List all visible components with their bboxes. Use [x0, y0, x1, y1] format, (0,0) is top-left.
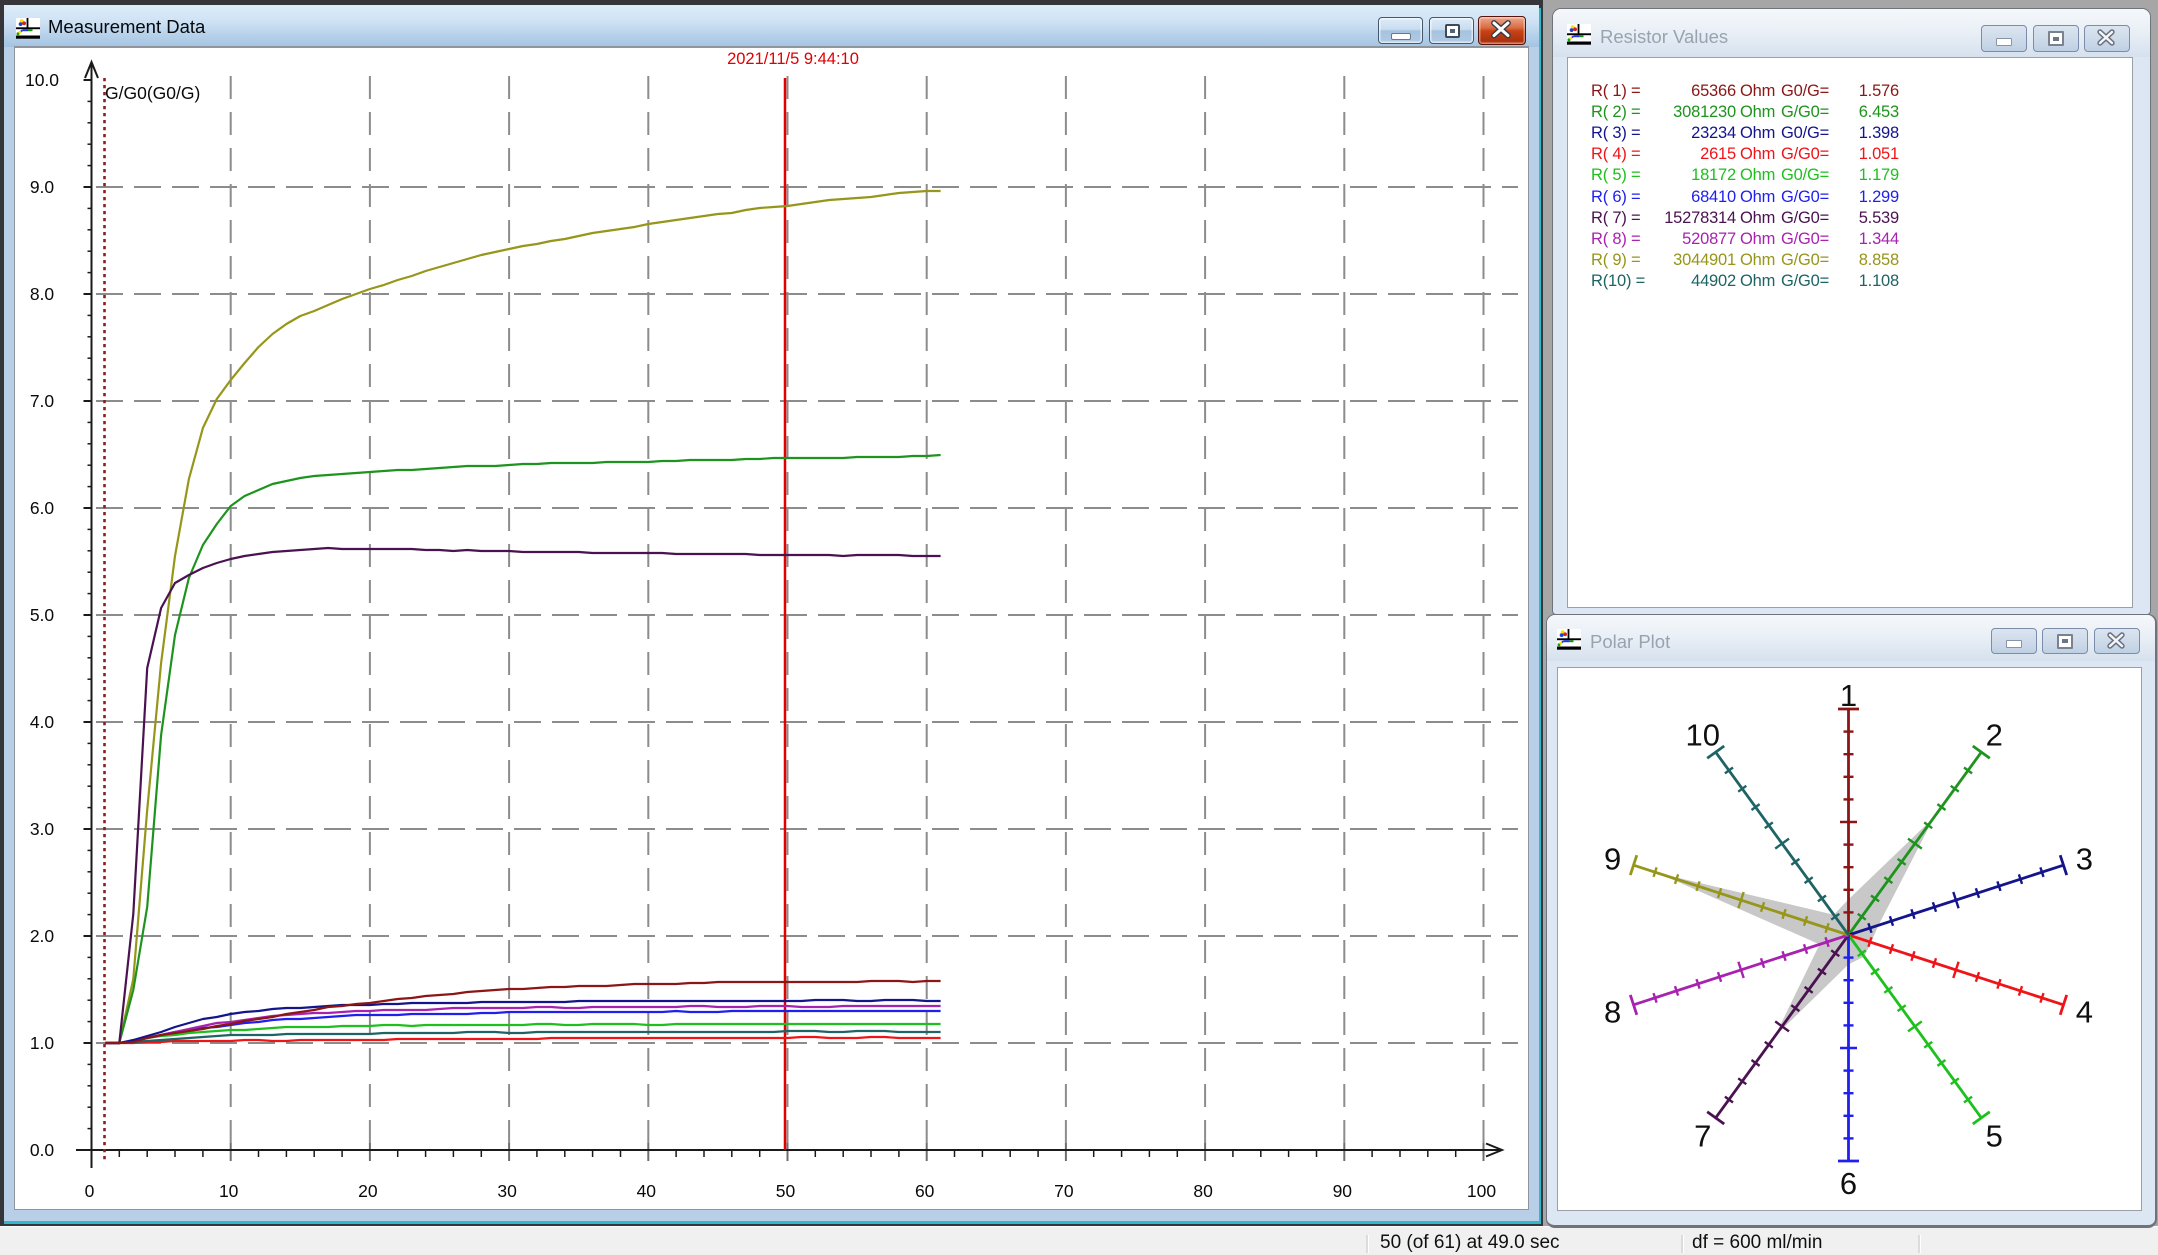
svg-text:1: 1	[1840, 678, 1857, 713]
svg-text:1.0: 1.0	[30, 1033, 55, 1053]
svg-text:0.0: 0.0	[30, 1140, 55, 1160]
svg-text:50: 50	[776, 1181, 796, 1201]
svg-text:G/G0(G0/G): G/G0(G0/G)	[105, 83, 200, 103]
svg-text:30: 30	[497, 1181, 517, 1201]
svg-text:2: 2	[1986, 717, 2003, 752]
svg-text:60: 60	[915, 1181, 935, 1201]
svg-text:3: 3	[2076, 841, 2093, 876]
svg-text:4.0: 4.0	[30, 712, 55, 732]
svg-text:100: 100	[1467, 1181, 1496, 1201]
svg-text:2.0: 2.0	[30, 926, 55, 946]
svg-text:8: 8	[1604, 995, 1621, 1030]
svg-text:10: 10	[219, 1181, 239, 1201]
svg-text:10: 10	[1685, 717, 1719, 752]
svg-text:40: 40	[637, 1181, 657, 1201]
svg-text:6: 6	[1840, 1166, 1857, 1201]
svg-text:80: 80	[1193, 1181, 1213, 1201]
svg-text:7.0: 7.0	[30, 391, 55, 411]
svg-text:3.0: 3.0	[30, 819, 55, 839]
svg-text:70: 70	[1054, 1181, 1074, 1201]
svg-text:90: 90	[1333, 1181, 1353, 1201]
svg-text:5: 5	[1986, 1119, 2003, 1154]
svg-text:5.0: 5.0	[30, 605, 55, 625]
svg-text:2021/11/5 9:44:10: 2021/11/5 9:44:10	[727, 50, 859, 68]
svg-text:9: 9	[1604, 841, 1621, 876]
svg-text:9.0: 9.0	[30, 177, 55, 197]
svg-text:4: 4	[2076, 995, 2093, 1030]
svg-text:8.0: 8.0	[30, 284, 55, 304]
svg-text:20: 20	[358, 1181, 378, 1201]
svg-text:0: 0	[85, 1181, 95, 1201]
svg-text:6.0: 6.0	[30, 498, 55, 518]
svg-text:7: 7	[1694, 1119, 1711, 1154]
svg-text:10.0: 10.0	[25, 70, 59, 90]
